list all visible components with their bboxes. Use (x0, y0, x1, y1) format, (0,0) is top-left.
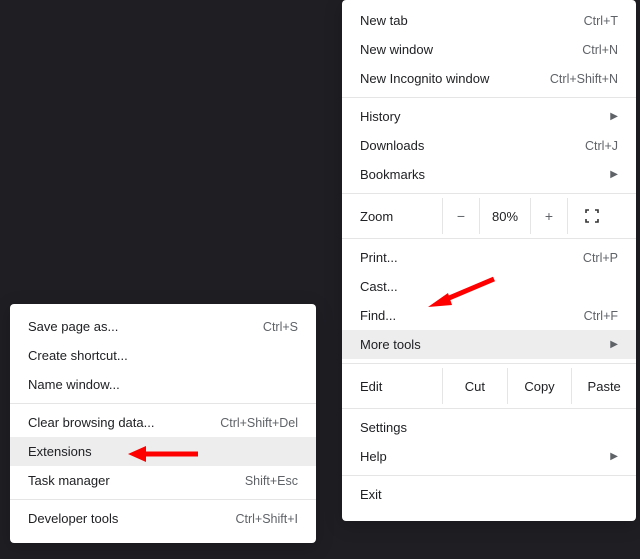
chrome-main-menu: New tab Ctrl+T New window Ctrl+N New Inc… (342, 0, 636, 521)
menu-item-clear-browsing-data[interactable]: Clear browsing data... Ctrl+Shift+Del (10, 408, 316, 437)
menu-item-shortcut: Ctrl+P (583, 251, 618, 265)
menu-item-new-tab[interactable]: New tab Ctrl+T (342, 6, 636, 35)
menu-item-cast[interactable]: Cast... (342, 272, 636, 301)
menu-item-label: Find... (360, 308, 584, 323)
copy-button[interactable]: Copy (507, 368, 572, 404)
submenu-arrow-icon: ▶ (610, 112, 618, 122)
zoom-out-button[interactable]: − (442, 198, 479, 234)
menu-item-label: New Incognito window (360, 71, 550, 86)
menu-item-bookmarks[interactable]: Bookmarks ▶ (342, 160, 636, 189)
menu-item-label: Clear browsing data... (28, 415, 220, 430)
menu-item-label: New tab (360, 13, 584, 28)
cut-button[interactable]: Cut (442, 368, 507, 404)
menu-item-label: Save page as... (28, 319, 263, 334)
menu-item-label: Extensions (28, 444, 298, 459)
menu-item-label: Downloads (360, 138, 585, 153)
menu-item-label: History (360, 109, 604, 124)
menu-item-more-tools[interactable]: More tools ▶ (342, 330, 636, 359)
menu-item-new-window[interactable]: New window Ctrl+N (342, 35, 636, 64)
edit-label: Edit (360, 379, 442, 394)
menu-item-history[interactable]: History ▶ (342, 102, 636, 131)
menu-item-print[interactable]: Print... Ctrl+P (342, 243, 636, 272)
menu-item-create-shortcut[interactable]: Create shortcut... (10, 341, 316, 370)
menu-item-label: Create shortcut... (28, 348, 298, 363)
menu-item-name-window[interactable]: Name window... (10, 370, 316, 399)
menu-item-label: Developer tools (28, 511, 235, 526)
menu-item-label: Cast... (360, 279, 618, 294)
menu-item-extensions[interactable]: Extensions (10, 437, 316, 466)
menu-item-developer-tools[interactable]: Developer tools Ctrl+Shift+I (10, 504, 316, 533)
menu-item-label: Name window... (28, 377, 298, 392)
submenu-arrow-icon: ▶ (610, 170, 618, 180)
menu-item-shortcut: Ctrl+N (582, 43, 618, 57)
menu-separator (342, 475, 636, 476)
menu-item-task-manager[interactable]: Task manager Shift+Esc (10, 466, 316, 495)
menu-item-label: New window (360, 42, 582, 57)
menu-item-label: Print... (360, 250, 583, 265)
menu-item-exit[interactable]: Exit (342, 480, 636, 509)
menu-separator (342, 193, 636, 194)
menu-item-save-page[interactable]: Save page as... Ctrl+S (10, 312, 316, 341)
menu-item-label: Bookmarks (360, 167, 604, 182)
menu-item-shortcut: Ctrl+S (263, 320, 298, 334)
menu-item-label: More tools (360, 337, 604, 352)
paste-button[interactable]: Paste (571, 368, 636, 404)
menu-item-shortcut: Ctrl+Shift+I (235, 512, 298, 526)
menu-separator (342, 363, 636, 364)
zoom-value: 80% (479, 198, 530, 234)
menu-item-incognito[interactable]: New Incognito window Ctrl+Shift+N (342, 64, 636, 93)
menu-item-label: Settings (360, 420, 618, 435)
menu-item-zoom: Zoom − 80% + (342, 198, 636, 234)
menu-item-shortcut: Ctrl+T (584, 14, 618, 28)
fullscreen-button[interactable] (567, 198, 616, 234)
menu-item-shortcut: Ctrl+Shift+Del (220, 416, 298, 430)
menu-item-downloads[interactable]: Downloads Ctrl+J (342, 131, 636, 160)
menu-item-find[interactable]: Find... Ctrl+F (342, 301, 636, 330)
menu-item-edit: Edit Cut Copy Paste (342, 368, 636, 404)
zoom-label: Zoom (360, 209, 442, 224)
menu-separator (10, 499, 316, 500)
more-tools-submenu: Save page as... Ctrl+S Create shortcut..… (10, 304, 316, 543)
menu-item-settings[interactable]: Settings (342, 413, 636, 442)
menu-separator (342, 97, 636, 98)
menu-item-shortcut: Ctrl+F (584, 309, 618, 323)
menu-item-label: Help (360, 449, 604, 464)
menu-separator (342, 408, 636, 409)
submenu-arrow-icon: ▶ (610, 452, 618, 462)
submenu-arrow-icon: ▶ (610, 340, 618, 350)
menu-separator (10, 403, 316, 404)
menu-item-shortcut: Ctrl+Shift+N (550, 72, 618, 86)
zoom-in-button[interactable]: + (530, 198, 567, 234)
menu-item-label: Exit (360, 487, 618, 502)
fullscreen-icon (585, 209, 599, 223)
menu-item-help[interactable]: Help ▶ (342, 442, 636, 471)
menu-separator (342, 238, 636, 239)
menu-item-label: Task manager (28, 473, 245, 488)
menu-item-shortcut: Shift+Esc (245, 474, 298, 488)
menu-item-shortcut: Ctrl+J (585, 139, 618, 153)
